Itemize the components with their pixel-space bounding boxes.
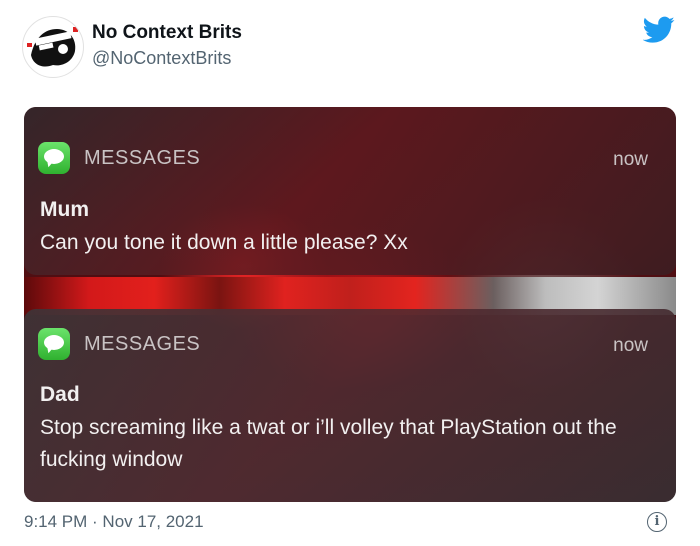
messages-icon bbox=[38, 142, 70, 174]
messages-icon bbox=[38, 328, 70, 360]
author-display-name[interactable]: No Context Brits bbox=[92, 22, 242, 44]
tweet-timestamp[interactable]: 9:14 PM · Nov 17, 2021 bbox=[24, 512, 204, 532]
notification-app-name: MESSAGES bbox=[84, 147, 201, 169]
notification-sender: Mum bbox=[40, 198, 89, 221]
twitter-bird-icon[interactable] bbox=[643, 16, 675, 44]
notification-time: now bbox=[613, 149, 648, 170]
tweet-header: No Context Brits @NoContextBrits bbox=[0, 0, 700, 100]
notification-app-name: MESSAGES bbox=[84, 333, 201, 355]
notification-sender: Dad bbox=[40, 383, 80, 406]
info-icon[interactable]: i bbox=[647, 512, 667, 532]
author-handle[interactable]: @NoContextBrits bbox=[92, 48, 231, 69]
tweet-media-image[interactable]: MESSAGES now Mum Can you tone it down a … bbox=[24, 107, 676, 502]
notification-card[interactable]: MESSAGES now Mum Can you tone it down a … bbox=[24, 107, 676, 275]
notification-card[interactable]: MESSAGES now Dad Stop screaming like a t… bbox=[24, 309, 676, 502]
notification-body: Stop screaming like a twat or i’ll volle… bbox=[40, 416, 617, 471]
notification-time: now bbox=[613, 335, 648, 356]
notification-body: Can you tone it down a little please? Xx bbox=[40, 231, 408, 254]
avatar-icon bbox=[24, 18, 82, 76]
avatar[interactable] bbox=[22, 16, 84, 78]
